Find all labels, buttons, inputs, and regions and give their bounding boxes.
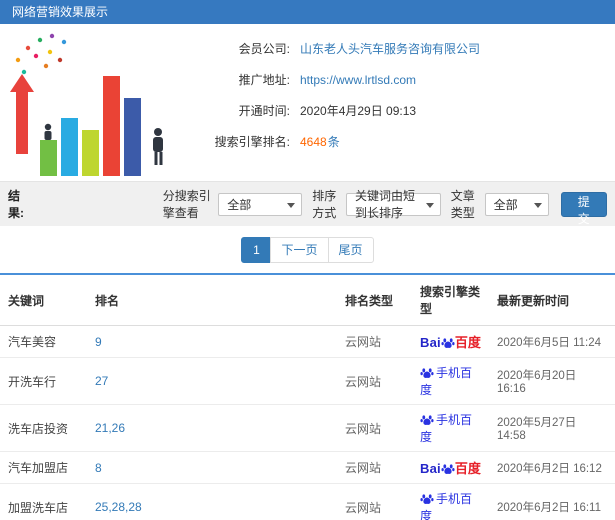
page: 网络营销效果展示 会员公司: 山东老人头汽车服务咨询有限公司 推广地址: htt… xyxy=(0,0,615,520)
results-section-label: 结果: xyxy=(8,189,24,220)
baidu-paw-icon xyxy=(441,338,455,348)
table-header-row: 关键词 排名 排名类型 搜索引擎类型 最新更新时间 xyxy=(0,274,615,326)
baidu-wordmark-text: Bai xyxy=(420,461,441,476)
rank-type-cell: 云网站 xyxy=(337,483,412,520)
update-time-cell: 2020年5月27日 14:58 xyxy=(489,404,615,452)
page-title: 网络营销效果展示 xyxy=(12,5,109,19)
table-row: 开洗车行 27 云网站 手机百度 2020年6月20日 16:16 xyxy=(0,357,615,405)
article-type-select[interactable]: 全部 xyxy=(484,192,549,216)
column-header-updated: 最新更新时间 xyxy=(489,274,615,326)
table-row: 汽车加盟店 8 云网站 Bai 百度 2020年6月2日 16:12 xyxy=(0,451,615,484)
results-panel: 1 下一页 尾页 关键词 排名 排名类型 搜索引擎类型 最新更新时间 汽车美容 … xyxy=(0,226,615,520)
sort-value: 关键词由短到长排序 xyxy=(354,189,415,220)
table-row: 加盟洗车店 25,28,28 云网站 手机百度 2020年6月2日 16:11 xyxy=(0,483,615,520)
sort-label: 排序方式 xyxy=(312,189,337,220)
baidu-cn-text: 百度 xyxy=(454,461,481,476)
rank-type-cell: 云网站 xyxy=(337,357,412,405)
engine-rank-row: 搜索引擎排名: 4648 条 xyxy=(178,133,480,150)
open-time-label: 开通时间: xyxy=(238,104,290,118)
column-header-engine-type: 搜索引擎类型 xyxy=(412,274,489,326)
keyword-cell: 开洗车行 xyxy=(0,357,87,405)
next-page-button[interactable]: 下一页 xyxy=(270,237,329,263)
member-info-panel: 会员公司: 山东老人头汽车服务咨询有限公司 推广地址: https://www.… xyxy=(0,24,615,182)
rank-link[interactable]: 21,26 xyxy=(87,404,337,452)
baidu-logo: Bai 百度 xyxy=(412,325,489,358)
open-time-row: 开通时间: 2020年4月29日 09:13 xyxy=(178,102,480,119)
engine-rank-label: 搜索引擎排名: xyxy=(214,135,290,149)
update-time-cell: 2020年6月2日 16:12 xyxy=(489,451,615,484)
update-time-cell: 2020年6月5日 11:24 xyxy=(489,325,615,358)
keyword-cell: 汽车美容 xyxy=(0,325,87,358)
chevron-down-icon xyxy=(287,202,296,208)
mobile-baidu-logo: 手机百度 xyxy=(412,404,489,452)
last-page-button[interactable]: 尾页 xyxy=(327,237,374,263)
sort-select[interactable]: 关键词由短到长排序 xyxy=(345,189,441,220)
rank-type-cell: 云网站 xyxy=(337,451,412,484)
filter-bar: 结果: 分搜索引擎查看 全部 排序方式 关键词由短到长排序 文章类型 全部 提交 xyxy=(0,182,615,226)
keyword-cell: 洗车店投资 xyxy=(0,404,87,452)
column-header-rank: 排名 xyxy=(87,274,337,326)
page-1-button[interactable]: 1 xyxy=(241,237,272,263)
open-time-value: 2020年4月29日 09:13 xyxy=(300,104,417,118)
company-row: 会员公司: 山东老人头汽车服务咨询有限公司 xyxy=(178,40,480,57)
mobile-baidu-logo: 手机百度 xyxy=(412,483,489,520)
keyword-cell: 加盟洗车店 xyxy=(0,483,87,520)
keyword-cell: 汽车加盟店 xyxy=(0,451,87,484)
column-header-rank-type: 排名类型 xyxy=(337,274,412,326)
baidu-paw-icon xyxy=(420,368,434,378)
update-time-cell: 2020年6月2日 16:11 xyxy=(489,483,615,520)
rank-type-cell: 云网站 xyxy=(337,404,412,452)
baidu-wordmark-text: Bai xyxy=(420,335,441,350)
table-row: 洗车店投资 21,26 云网站 手机百度 2020年5月27日 14:58 xyxy=(0,404,615,452)
rank-type-cell: 云网站 xyxy=(337,325,412,358)
engine-filter-value: 全部 xyxy=(227,197,252,212)
promotion-url-link[interactable]: https://www.lrtlsd.com xyxy=(300,73,416,87)
bar-chart-graphic xyxy=(10,33,163,176)
company-label: 会员公司: xyxy=(238,42,290,56)
chevron-down-icon xyxy=(533,202,542,208)
results-table-body: 汽车美容 9 云网站 Bai 百度 2020年6月5日 11:24 开洗车行 27… xyxy=(0,325,615,520)
article-type-label: 文章类型 xyxy=(450,189,475,220)
baidu-paw-icon xyxy=(420,494,434,504)
rank-link[interactable]: 25,28,28 xyxy=(87,483,337,520)
update-time-cell: 2020年6月20日 16:16 xyxy=(489,357,615,405)
app-header: 网络营销效果展示 xyxy=(0,0,615,24)
submit-button[interactable]: 提交 xyxy=(560,191,607,226)
table-row: 汽车美容 9 云网站 Bai 百度 2020年6月5日 11:24 xyxy=(0,325,615,358)
member-info-rows: 会员公司: 山东老人头汽车服务咨询有限公司 推广地址: https://www.… xyxy=(178,24,480,181)
baidu-paw-icon xyxy=(420,415,434,425)
article-type-value: 全部 xyxy=(493,197,518,212)
promotion-url-row: 推广地址: https://www.lrtlsd.com xyxy=(178,71,480,88)
column-header-keyword: 关键词 xyxy=(0,274,87,326)
rank-link[interactable]: 27 xyxy=(87,357,337,405)
baidu-cn-text: 百度 xyxy=(454,335,481,350)
chevron-down-icon xyxy=(425,202,434,208)
promotion-url-label: 推广地址: xyxy=(238,73,290,87)
engine-rank-unit: 条 xyxy=(327,135,340,149)
marketing-chart-illustration xyxy=(0,24,178,180)
engine-filter-select[interactable]: 全部 xyxy=(218,192,303,216)
pagination: 1 下一页 尾页 xyxy=(0,226,615,273)
rank-link[interactable]: 9 xyxy=(87,325,337,358)
baidu-logo: Bai 百度 xyxy=(412,451,489,484)
mobile-baidu-logo: 手机百度 xyxy=(412,357,489,405)
results-table: 关键词 排名 排名类型 搜索引擎类型 最新更新时间 汽车美容 9 云网站 Bai… xyxy=(0,273,615,520)
company-link[interactable]: 山东老人头汽车服务咨询有限公司 xyxy=(300,40,480,57)
baidu-paw-icon xyxy=(441,464,455,474)
engine-rank-count: 4648 xyxy=(300,134,327,149)
engine-filter-label: 分搜索引擎查看 xyxy=(162,189,211,220)
rank-link[interactable]: 8 xyxy=(87,451,337,484)
